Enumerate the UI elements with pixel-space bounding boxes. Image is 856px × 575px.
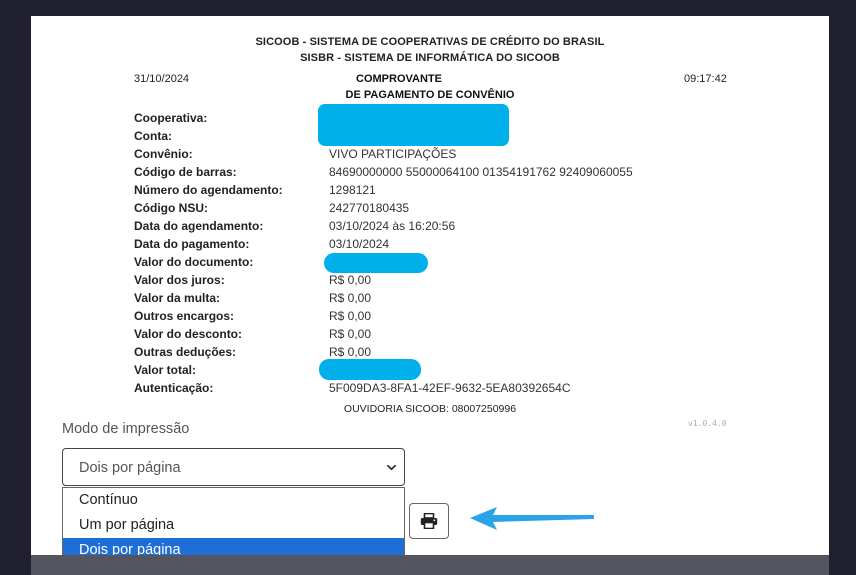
field-label: Cooperativa: xyxy=(134,111,208,125)
field-value: 242770180435 xyxy=(329,201,410,215)
receipt-page: SICOOB - SISTEMA DE COOPERATIVAS DE CRÉD… xyxy=(31,16,829,555)
field-label: Outras deduções: xyxy=(134,345,237,359)
field-label: Valor da multa: xyxy=(134,291,221,305)
field-label: Valor do documento: xyxy=(134,255,254,269)
print-mode-options: Contínuo Um por página Dois por página xyxy=(62,487,405,555)
field-value: R$ 0,00 xyxy=(329,309,372,323)
receipt-time: 09:17:42 xyxy=(684,73,727,85)
redaction-valor-total xyxy=(319,359,421,380)
print-mode-select[interactable]: Dois por página xyxy=(62,448,405,486)
field-value: 1298121 xyxy=(329,183,376,197)
field-value: R$ 0,00 xyxy=(329,273,372,287)
field-value: R$ 0,00 xyxy=(329,327,372,341)
redaction-valor-documento xyxy=(324,253,428,273)
field-label: Código de barras: xyxy=(134,165,237,179)
field-label: Valor total: xyxy=(134,363,197,377)
field-label: Outros encargos: xyxy=(134,309,235,323)
field-value: R$ 0,00 xyxy=(329,345,372,359)
option-um-por-pagina[interactable]: Um por página xyxy=(63,513,404,538)
print-mode-selected-value: Dois por página xyxy=(79,460,181,476)
print-button[interactable] xyxy=(409,503,449,539)
option-dois-por-pagina[interactable]: Dois por página xyxy=(63,538,404,555)
field-value: 5F009DA3-8FA1-42EF-9632-5EA80392654C xyxy=(329,381,571,395)
field-value: 03/10/2024 xyxy=(329,237,390,251)
annotation-arrow xyxy=(470,507,594,530)
window-bottom-edge xyxy=(31,555,829,575)
field-value: 03/10/2024 às 16:20:56 xyxy=(329,219,456,233)
chevron-down-icon xyxy=(387,464,396,471)
version-label: v1.0.4.0 xyxy=(688,419,727,428)
field-label: Data do pagamento: xyxy=(134,237,250,251)
field-label: Valor do desconto: xyxy=(134,327,243,341)
redaction-cooperativa-conta xyxy=(318,104,509,146)
field-value: VIVO PARTICIPAÇÕES xyxy=(329,147,457,161)
print-mode-label: Modo de impressão xyxy=(62,421,190,437)
field-label: Conta: xyxy=(134,129,172,143)
printer-icon xyxy=(420,513,438,529)
option-continuo[interactable]: Contínuo xyxy=(63,488,404,513)
field-value: R$ 0,00 xyxy=(329,291,372,305)
field-label: Convênio: xyxy=(134,147,193,161)
field-label: Código NSU: xyxy=(134,201,208,215)
header-line-2: SISBR - SISTEMA DE INFORMÁTICA DO SICOOB xyxy=(300,52,560,64)
field-label: Data do agendamento: xyxy=(134,219,264,233)
header-line-1: SICOOB - SISTEMA DE COOPERATIVAS DE CRÉD… xyxy=(255,36,605,48)
receipt-title-line-1: COMPROVANTE xyxy=(356,73,442,85)
field-label: Autenticação: xyxy=(134,381,214,395)
field-label: Número do agendamento: xyxy=(134,183,283,197)
field-value: 84690000000 55000064100 01354191762 9240… xyxy=(329,165,633,179)
ouvidoria-contact: OUVIDORIA SICOOB: 08007250996 xyxy=(343,403,517,415)
field-label: Valor dos juros: xyxy=(134,273,225,287)
receipt-title-line-2: DE PAGAMENTO DE CONVÊNIO xyxy=(345,89,515,101)
